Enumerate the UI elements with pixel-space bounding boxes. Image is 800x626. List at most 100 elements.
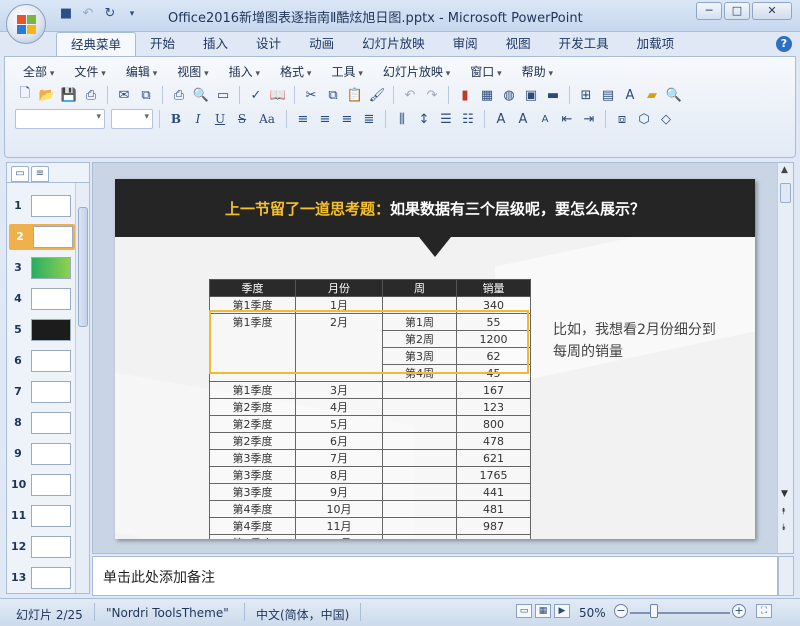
shrink-font-icon[interactable]: A [535, 109, 555, 129]
zoom-slider-knob[interactable] [650, 604, 658, 618]
increase-indent-icon[interactable]: ⇥ [579, 109, 599, 129]
strikethrough-button[interactable]: S [232, 109, 252, 129]
tab-8[interactable]: 开发工具 [545, 32, 623, 56]
sales-table[interactable]: 季度 月份周销量 第1季度 1月 340 第1季度 2月 第1周 55 第2周 1200 第3周 62… [209, 279, 531, 539]
slide-thumbnail[interactable]: 13 [7, 565, 77, 591]
permission-icon[interactable]: ✉ [114, 85, 134, 105]
redo-icon[interactable]: ↷ [422, 85, 442, 105]
help-icon[interactable]: ? [776, 36, 792, 52]
redo-icon[interactable]: ↻ [102, 6, 118, 22]
tab-5[interactable]: 幻灯片放映 [348, 32, 439, 56]
slide-thumbnail[interactable]: 12 [7, 534, 77, 560]
save-icon[interactable]: ■ [58, 6, 74, 22]
columns-icon[interactable]: ⫼ [392, 109, 412, 129]
slide-thumbnail[interactable]: 7 [7, 379, 77, 405]
format-painter-icon[interactable]: 🖌 [367, 85, 387, 105]
slide-thumbnail[interactable]: 8 [7, 410, 77, 436]
pane-scrollbar[interactable] [75, 183, 89, 593]
current-slide[interactable]: 上一节留了一道思考题：如果数据有三个层级呢，要怎么展示？ 季度 月份周销量 第1季… [115, 179, 755, 539]
customize-icon[interactable]: ▾ [124, 6, 140, 22]
shape-fill-icon[interactable]: ◇ [656, 109, 676, 129]
scroll-down-icon[interactable]: ▼ [781, 489, 788, 499]
tab-0[interactable]: 经典菜单 [56, 32, 137, 56]
find-icon[interactable]: 🔍 [664, 85, 684, 105]
menu-item-7[interactable]: 幻灯片放映 [373, 63, 460, 81]
font-size-combo[interactable] [111, 109, 153, 129]
arrange-icon[interactable]: ⧈ [612, 109, 632, 129]
slide-thumbnail[interactable]: 5 [7, 317, 77, 343]
menu-item-5[interactable]: 格式 [270, 63, 321, 81]
print-icon[interactable]: ⎙ [169, 85, 189, 105]
previous-slide-icon[interactable]: ⯭ [781, 507, 786, 517]
notes-pane[interactable]: 单击此处添加备注 [92, 556, 778, 596]
italic-button[interactable]: I [188, 109, 208, 129]
slide-thumbnail[interactable]: 11 [7, 503, 77, 529]
slide-thumbnail[interactable]: 2 [9, 224, 75, 250]
font-color-icon[interactable]: A [491, 109, 511, 129]
tab-7[interactable]: 视图 [492, 32, 545, 56]
table-icon[interactable]: ▦ [477, 85, 497, 105]
research-icon[interactable]: ⧉ [136, 85, 156, 105]
undo-icon[interactable]: ↶ [400, 85, 420, 105]
pdf-icon[interactable]: ⎙ [81, 85, 101, 105]
menu-item-2[interactable]: 编辑 [116, 63, 167, 81]
slide-title[interactable]: 上一节留了一道思考题：如果数据有三个层级呢，要怎么展示？ [115, 198, 755, 219]
maximize-button[interactable]: □ [724, 2, 750, 20]
paste-icon[interactable]: 📋 [345, 85, 365, 105]
view-icon[interactable]: ▭ [213, 85, 233, 105]
print-preview-icon[interactable]: 🔍 [191, 85, 211, 105]
align-left-icon[interactable]: ≡ [293, 109, 313, 129]
menu-item-0[interactable]: 全部 [13, 63, 64, 81]
shapes-icon[interactable]: ⬡ [634, 109, 654, 129]
slide-thumbnail[interactable]: 9 [7, 441, 77, 467]
slide-thumbnail[interactable]: 10 [7, 472, 77, 498]
office-button[interactable] [6, 4, 46, 44]
language[interactable]: 中文(简体，中国) [256, 606, 349, 623]
line-spacing-icon[interactable]: ↕ [414, 109, 434, 129]
layout-icon[interactable]: ▤ [598, 85, 618, 105]
underline-button[interactable]: U [210, 109, 230, 129]
slide-scrollbar[interactable]: ▲ ▼ ⯭ ⯯ [777, 163, 793, 553]
research-book-icon[interactable]: 📖 [268, 85, 288, 105]
bullets-icon[interactable]: ☷ [458, 109, 478, 129]
minimize-button[interactable]: ─ [696, 2, 722, 20]
chart-icon[interactable]: ▮ [455, 85, 475, 105]
fit-to-window-icon[interactable]: ⛶ [756, 604, 772, 618]
folder-icon[interactable]: ▰ [642, 85, 662, 105]
slide-thumbnail[interactable]: 4 [7, 286, 77, 312]
tab-4[interactable]: 动画 [295, 32, 348, 56]
save-icon[interactable]: 💾 [59, 85, 79, 105]
hyperlink-icon[interactable]: ◍ [499, 85, 519, 105]
next-slide-icon[interactable]: ⯯ [781, 523, 786, 533]
scroll-thumb[interactable] [780, 183, 791, 203]
open-icon[interactable]: 📂 [37, 85, 57, 105]
tab-9[interactable]: 加载项 [623, 32, 689, 56]
justify-icon[interactable]: ≣ [359, 109, 379, 129]
slide-sorter-icon[interactable]: ▦ [535, 604, 551, 618]
zoom-slider-track[interactable] [630, 612, 730, 614]
tab-6[interactable]: 审阅 [439, 32, 492, 56]
align-center-icon[interactable]: ≡ [315, 109, 335, 129]
tab-1[interactable]: 开始 [136, 32, 189, 56]
cut-icon[interactable]: ✂ [301, 85, 321, 105]
tab-3[interactable]: 设计 [242, 32, 295, 56]
new-doc-icon[interactable]: 🗋 [15, 85, 35, 105]
slides-tab[interactable]: ▭ [11, 166, 29, 182]
bold-button[interactable]: B [166, 109, 186, 129]
grow-font-icon[interactable]: A [513, 109, 533, 129]
zoom-in-icon[interactable]: + [732, 604, 746, 618]
line-icon[interactable]: ▬ [543, 85, 563, 105]
spelling-icon[interactable]: ✓ [246, 85, 266, 105]
zoom-out-icon[interactable]: − [614, 604, 628, 618]
decrease-indent-icon[interactable]: ⇤ [557, 109, 577, 129]
change-case-button[interactable]: Aa [254, 109, 280, 129]
menu-item-9[interactable]: 帮助 [512, 63, 563, 81]
slide-thumbnail[interactable]: 1 [7, 193, 77, 219]
slideshow-icon[interactable]: ▶ [554, 604, 570, 618]
zoom-level[interactable]: 50% [579, 606, 606, 620]
notes-scrollbar[interactable] [778, 556, 794, 596]
menu-item-6[interactable]: 工具 [321, 63, 372, 81]
menu-item-8[interactable]: 窗口 [460, 63, 511, 81]
annotation-text[interactable]: 比如，我想看2月份细分到每周的销量 [553, 319, 723, 363]
close-button[interactable]: ✕ [752, 2, 792, 20]
